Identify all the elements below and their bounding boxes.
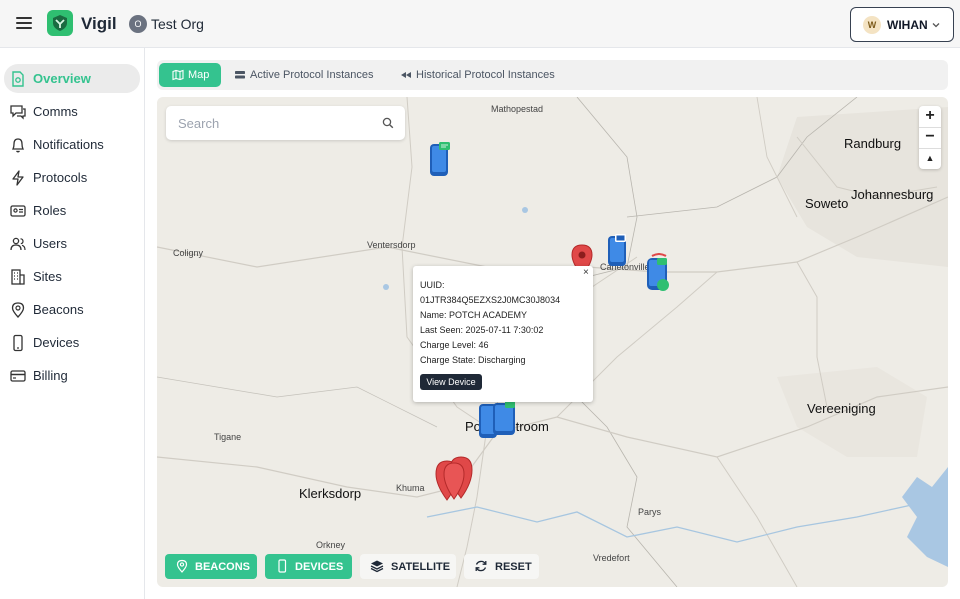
place-label: Mathopestad	[491, 104, 544, 114]
view-tabs: Map Active Protocol Instances Historical…	[157, 60, 948, 90]
sidebar-item-label: Comms	[33, 104, 78, 119]
sidebar-item-beacons[interactable]: Beacons	[4, 295, 140, 324]
button-label: SATELLITE	[391, 561, 451, 573]
sidebar-item-sites[interactable]: Sites	[4, 262, 140, 291]
zoom-out-button[interactable]: −	[919, 127, 941, 148]
chat-icon	[10, 105, 26, 120]
button-label: DEVICES	[295, 561, 344, 573]
zoom-in-button[interactable]: +	[919, 106, 941, 127]
popup-charge-level: Charge Level: 46	[420, 340, 489, 350]
zoom-controls: + − ▲	[919, 106, 941, 169]
satellite-button[interactable]: SATELLITE	[360, 554, 456, 579]
popup-name: Name: POTCH ACADEMY	[420, 310, 528, 320]
sidebar-item-devices[interactable]: Devices	[4, 328, 140, 357]
place-label: Soweto	[805, 196, 849, 211]
id-card-icon	[10, 205, 26, 217]
user-menu-button[interactable]: W WIHAN	[850, 7, 954, 42]
device-marker[interactable]	[644, 253, 674, 295]
devices-button[interactable]: DEVICES	[265, 554, 352, 579]
overview-icon	[12, 71, 24, 87]
place-label: Tigane	[214, 432, 242, 442]
tab-map[interactable]: Map	[159, 63, 221, 87]
device-marker[interactable]	[606, 233, 630, 269]
sidebar-item-label: Beacons	[33, 302, 84, 317]
popup-charge-state: Charge State: Discharging	[420, 355, 526, 365]
search-input[interactable]	[178, 114, 368, 132]
place-label: Randburg	[844, 136, 902, 151]
tab-historical-protocol-instances[interactable]: Historical Protocol Instances	[395, 63, 565, 87]
bell-icon	[11, 138, 25, 153]
sidebar-item-label: Billing	[33, 368, 68, 383]
org-name[interactable]: Test Org	[151, 16, 204, 32]
menu-icon[interactable]	[14, 14, 34, 34]
map-view[interactable]: Mathopestad Randburg Johannesburg Soweto…	[157, 97, 948, 587]
place-label: Johannesburg	[851, 187, 934, 202]
map-icon	[172, 69, 184, 81]
top-bar: Vigil O Test Org W WIHAN	[0, 0, 960, 48]
place-label: Coligny	[173, 248, 204, 258]
compass-reset-button[interactable]: ▲	[919, 148, 941, 169]
button-label: BEACONS	[195, 561, 251, 573]
vigil-logo	[47, 10, 73, 36]
sidebar-item-notifications[interactable]: Notifications	[4, 130, 140, 159]
users-icon	[10, 237, 26, 251]
sidebar-item-overview[interactable]: Overview	[4, 64, 140, 93]
rewind-icon	[401, 72, 411, 78]
button-label: RESET	[495, 561, 532, 573]
sidebar-item-label: Notifications	[33, 137, 104, 152]
location-pin-icon	[11, 302, 25, 318]
phone-icon	[13, 334, 23, 352]
device-marker[interactable]	[477, 400, 521, 440]
place-label: Ventersdorp	[367, 240, 416, 250]
place-label: Klerksdorp	[299, 486, 362, 501]
refresh-icon	[475, 560, 487, 572]
sidebar: Overview Comms Notifications Protocols R…	[0, 48, 145, 599]
lightning-icon	[12, 170, 24, 186]
map-search	[166, 106, 405, 140]
popup-last-seen: Last Seen: 2025-07-11 7:30:02	[420, 325, 544, 335]
beacons-button[interactable]: BEACONS	[165, 554, 257, 579]
tab-label: Historical Protocol Instances	[416, 69, 555, 81]
sidebar-item-label: Sites	[33, 269, 62, 284]
device-popup: × UUID: 01JTR384Q5EZXS2J0MC30J8034 Name:…	[413, 266, 593, 402]
reset-button[interactable]: RESET	[464, 554, 539, 579]
tab-label: Active Protocol Instances	[250, 69, 374, 81]
tab-label: Map	[188, 69, 210, 81]
credit-card-icon	[10, 370, 26, 382]
layers-icon	[370, 560, 384, 573]
sidebar-item-users[interactable]: Users	[4, 229, 140, 258]
popup-uuid-label: UUID:	[420, 280, 445, 290]
sidebar-item-label: Roles	[33, 203, 67, 218]
sidebar-item-label: Protocols	[33, 170, 88, 185]
org-avatar: O	[129, 15, 147, 33]
device-marker[interactable]	[428, 141, 452, 179]
place-label: Vereeniging	[807, 401, 876, 416]
sidebar-item-label: Users	[33, 236, 67, 251]
sidebar-item-roles[interactable]: Roles	[4, 196, 140, 225]
place-label: Vredefort	[593, 553, 630, 563]
location-pin-icon	[176, 559, 188, 573]
search-icon[interactable]	[382, 117, 394, 129]
view-device-button[interactable]: View Device	[420, 374, 482, 390]
place-label: Orkney	[316, 540, 346, 550]
close-icon[interactable]: ×	[583, 267, 589, 278]
user-name: WIHAN	[887, 18, 928, 32]
avatar: W	[863, 16, 881, 34]
sidebar-item-protocols[interactable]: Protocols	[4, 163, 140, 192]
stack-icon	[235, 71, 245, 79]
sidebar-item-comms[interactable]: Comms	[4, 97, 140, 126]
sidebar-item-billing[interactable]: Billing	[4, 361, 140, 390]
sidebar-item-label: Devices	[33, 335, 80, 350]
chevron-down-icon	[932, 23, 940, 28]
sidebar-item-label: Overview	[33, 71, 91, 86]
tab-active-protocol-instances[interactable]: Active Protocol Instances	[229, 63, 389, 87]
popup-uuid: 01JTR384Q5EZXS2J0MC30J8034	[420, 295, 561, 305]
brand-name: Vigil	[81, 14, 117, 33]
place-label: Parys	[638, 507, 662, 517]
place-label: Khuma	[396, 483, 425, 493]
phone-icon	[278, 559, 287, 573]
beacon-marker[interactable]	[434, 455, 476, 501]
building-icon	[11, 269, 25, 285]
